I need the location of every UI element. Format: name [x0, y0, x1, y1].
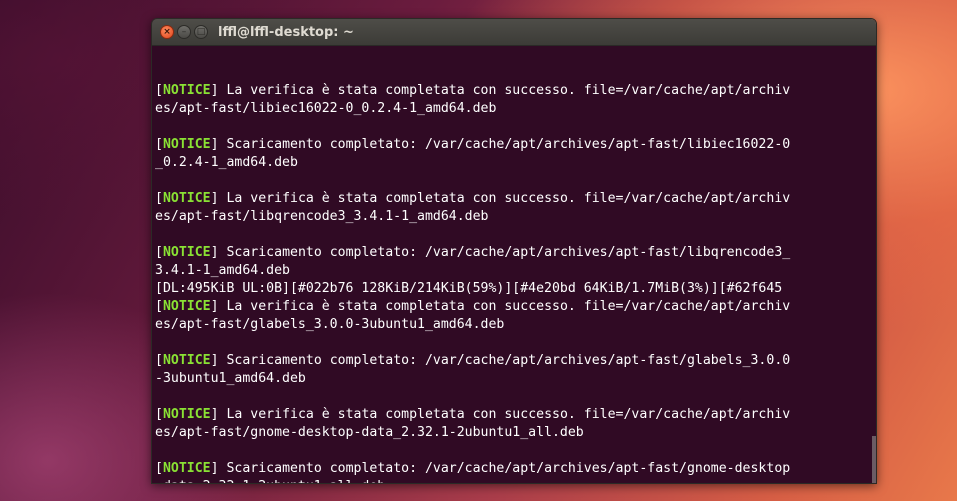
- line-text: es/apt-fast/libiec16022-0_0.2.4-1_amd64.…: [155, 101, 497, 116]
- line-text: es/apt-fast/libqrencode3_3.4.1-1_amd64.d…: [155, 209, 489, 224]
- scrollbar[interactable]: [872, 436, 876, 483]
- notice-tag: NOTICE: [162, 83, 211, 98]
- notice-tag: NOTICE: [162, 245, 211, 260]
- line-text: Scaricamento completato: /var/cache/apt/…: [218, 137, 791, 152]
- terminal-line: es/apt-fast/libiec16022-0_0.2.4-1_amd64.…: [155, 100, 872, 118]
- line-text: 3.4.1-1_amd64.deb: [155, 263, 290, 278]
- line-text: La verifica è stata completata con succe…: [218, 83, 791, 98]
- minimize-button[interactable]: –: [177, 25, 191, 39]
- line-text: Scaricamento completato: /var/cache/apt/…: [218, 461, 791, 476]
- maximize-icon: □: [196, 26, 206, 37]
- terminal-line: _0.2.4-1_amd64.deb: [155, 154, 872, 172]
- terminal-line: [NOTICE] Scaricamento completato: /var/c…: [155, 137, 791, 152]
- line-text: -3ubuntu1_amd64.deb: [155, 371, 306, 386]
- terminal-line: es/apt-fast/libqrencode3_3.4.1-1_amd64.d…: [155, 208, 872, 226]
- terminal-output[interactable]: [NOTICE] La verifica è stata completata …: [152, 46, 876, 483]
- title-bar[interactable]: × – □ lffl@lffl-desktop: ~: [152, 19, 876, 46]
- notice-tag: NOTICE: [162, 191, 211, 206]
- line-text: La verifica è stata completata con succe…: [218, 299, 791, 314]
- line-text: Scaricamento completato: /var/cache/apt/…: [218, 353, 791, 368]
- terminal-line: es/apt-fast/gnome-desktop-data_2.32.1-2u…: [155, 424, 872, 442]
- terminal-line: es/apt-fast/glabels_3.0.0-3ubuntu1_amd64…: [155, 316, 872, 334]
- terminal-line: [NOTICE] Scaricamento completato: /var/c…: [155, 245, 791, 260]
- line-text: es/apt-fast/gnome-desktop-data_2.32.1-2u…: [155, 425, 584, 440]
- terminal-line: [NOTICE] Scaricamento completato: /var/c…: [155, 461, 791, 476]
- notice-tag: NOTICE: [162, 353, 211, 368]
- terminal-window: × – □ lffl@lffl-desktop: ~ [NOTICE] La v…: [151, 18, 877, 484]
- close-button[interactable]: ×: [160, 25, 174, 39]
- terminal-line: [NOTICE] La verifica è stata completata …: [155, 83, 791, 98]
- terminal-line: [NOTICE] La verifica è stata completata …: [155, 407, 791, 422]
- notice-tag: NOTICE: [162, 461, 211, 476]
- terminal-line: -data_2.32.1-2ubuntu1_all.deb: [155, 478, 872, 483]
- notice-tag: NOTICE: [162, 299, 211, 314]
- window-title: lffl@lffl-desktop: ~: [218, 24, 354, 40]
- terminal-line: [NOTICE] La verifica è stata completata …: [155, 299, 791, 314]
- line-text: es/apt-fast/glabels_3.0.0-3ubuntu1_amd64…: [155, 317, 505, 332]
- terminal-line: [NOTICE] Scaricamento completato: /var/c…: [155, 353, 791, 368]
- minimize-icon: –: [181, 26, 187, 37]
- notice-tag: NOTICE: [162, 137, 211, 152]
- terminal-line: -3ubuntu1_amd64.deb: [155, 370, 872, 388]
- terminal-line: 3.4.1-1_amd64.deb: [155, 262, 872, 280]
- line-text: La verifica è stata completata con succe…: [218, 191, 791, 206]
- notice-tag: NOTICE: [162, 407, 211, 422]
- terminal-line: [DL:495KiB UL:0B][#022b76 128KiB/214KiB(…: [155, 280, 872, 298]
- close-icon: ×: [163, 26, 171, 37]
- line-text: [DL:495KiB UL:0B][#022b76 128KiB/214KiB(…: [155, 281, 783, 296]
- line-text: La verifica è stata completata con succe…: [218, 407, 791, 422]
- line-text: Scaricamento completato: /var/cache/apt/…: [218, 245, 791, 260]
- maximize-button[interactable]: □: [194, 25, 208, 39]
- terminal-line: [NOTICE] La verifica è stata completata …: [155, 191, 791, 206]
- line-text: -data_2.32.1-2ubuntu1_all.deb: [155, 479, 385, 483]
- line-text: _0.2.4-1_amd64.deb: [155, 155, 298, 170]
